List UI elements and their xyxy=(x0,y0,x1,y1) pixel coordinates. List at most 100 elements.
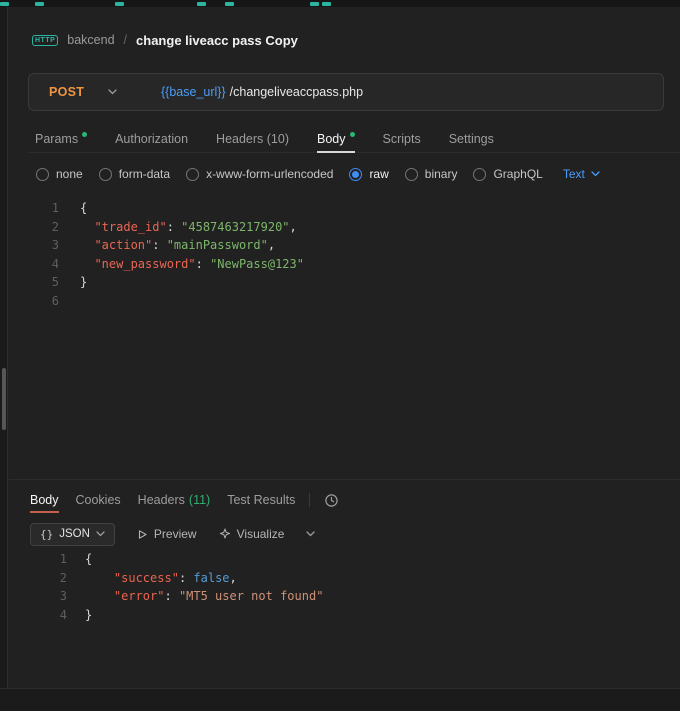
raw-language-chevron-icon xyxy=(591,171,600,177)
body-type-options: none form-data x-www-form-urlencoded raw bin… xyxy=(36,161,680,187)
scrollbar-thumb[interactable] xyxy=(2,368,6,430)
breadcrumb-separator: / xyxy=(124,33,127,47)
response-tab-headers[interactable]: Headers (11) xyxy=(138,487,211,513)
line-number: 3 xyxy=(9,238,59,252)
tab-label: Body xyxy=(30,493,59,507)
radio-icon xyxy=(99,168,112,181)
visualize-options-chevron-icon[interactable] xyxy=(306,531,315,537)
code-line: 3 "action": "mainPassword", xyxy=(9,236,678,255)
response-tab-test-results[interactable]: Test Results xyxy=(227,487,295,513)
response-format-label: JSON xyxy=(59,528,90,540)
line-number: 4 xyxy=(9,257,59,271)
request-tab-headers-10[interactable]: Headers (10) xyxy=(216,126,289,152)
json-braces-icon: {} xyxy=(40,528,53,541)
response-toolbar: {} JSON Preview Visualize xyxy=(30,522,315,546)
line-number: 4 xyxy=(9,608,67,622)
radio-selected-icon xyxy=(349,168,362,181)
open-tab-marker xyxy=(115,2,124,6)
code-line: 2 "success": false, xyxy=(9,569,678,588)
code-text: } xyxy=(85,608,92,622)
code-line: 3 "error": "MT5 user not found" xyxy=(9,587,678,606)
radio-icon xyxy=(186,168,199,181)
response-body-viewer[interactable]: 1{2 "success": false,3 "error": "MT5 use… xyxy=(9,550,678,624)
radio-icon xyxy=(473,168,486,181)
body-type-form-data[interactable]: form-data xyxy=(99,167,170,181)
code-line: 4} xyxy=(9,606,678,625)
green-status-dot xyxy=(350,132,355,137)
open-tab-marker xyxy=(35,2,44,6)
radio-label: raw xyxy=(369,167,388,181)
raw-language-selector[interactable]: Text xyxy=(563,167,600,181)
breadcrumb-collection[interactable]: bakcend xyxy=(67,33,114,47)
bottom-status-bar xyxy=(0,688,680,711)
raw-language-label: Text xyxy=(563,167,585,181)
radio-icon xyxy=(36,168,49,181)
body-type-none[interactable]: none xyxy=(36,167,83,181)
http-request-icon: HTTP xyxy=(32,35,58,46)
code-line: 2 "trade_id": "4587463217920", xyxy=(9,218,678,237)
response-tab-body[interactable]: Body xyxy=(30,487,59,513)
tab-label: Test Results xyxy=(227,493,295,507)
history-clock-icon xyxy=(324,493,339,508)
request-tab-authorization[interactable]: Authorization xyxy=(115,126,188,152)
tabs-separator xyxy=(309,493,310,507)
request-tab-settings[interactable]: Settings xyxy=(449,126,494,152)
preview-play-icon xyxy=(137,529,148,540)
tab-label: Params xyxy=(35,132,78,146)
radio-label: GraphQL xyxy=(493,167,542,181)
visualize-label: Visualize xyxy=(237,527,285,541)
tab-label: Cookies xyxy=(76,493,121,507)
response-tabs: Body Cookies Headers (11) Test Results xyxy=(30,487,339,513)
method-selector[interactable]: POST xyxy=(29,85,129,99)
left-scrollbar-rail xyxy=(0,7,8,688)
format-chevron-icon xyxy=(96,531,105,537)
tab-label: Authorization xyxy=(115,132,188,146)
code-text: "action": "mainPassword", xyxy=(80,238,275,252)
code-text: "new_password": "NewPass@123" xyxy=(80,257,304,271)
line-number: 5 xyxy=(9,275,59,289)
body-type-x-www-form-urlencoded[interactable]: x-www-form-urlencoded xyxy=(186,167,333,181)
window-tab-strip xyxy=(0,0,680,7)
request-body-editor[interactable]: 1{2 "trade_id": "4587463217920",3 "actio… xyxy=(9,199,678,310)
response-tabs-list: Body Cookies Headers (11) Test Results xyxy=(30,487,295,513)
body-type-graphql[interactable]: GraphQL xyxy=(473,167,542,181)
line-number: 3 xyxy=(9,589,67,603)
response-format-selector[interactable]: {} JSON xyxy=(30,523,115,546)
response-tab-cookies[interactable]: Cookies xyxy=(76,487,121,513)
radio-label: binary xyxy=(425,167,458,181)
headers-count: (11) xyxy=(189,493,210,507)
visualize-icon xyxy=(219,528,231,540)
radio-label: none xyxy=(56,167,83,181)
code-line: 1{ xyxy=(9,199,678,218)
tab-label: Body xyxy=(317,132,346,146)
open-tab-marker xyxy=(322,2,331,6)
open-tab-marker xyxy=(310,2,319,6)
request-tab-body[interactable]: Body xyxy=(317,126,355,152)
tab-label: Settings xyxy=(449,132,494,146)
code-text: "success": false, xyxy=(85,571,237,585)
request-tab-scripts[interactable]: Scripts xyxy=(383,126,421,152)
url-input[interactable]: {{base_url}} /changeliveaccpass.php xyxy=(129,85,663,99)
request-tab-params[interactable]: Params xyxy=(35,126,87,152)
open-tab-marker xyxy=(0,2,9,6)
postman-app: HTTP bakcend / change liveacc pass Copy … xyxy=(0,0,680,711)
breadcrumb-request-name[interactable]: change liveacc pass Copy xyxy=(136,33,298,48)
visualize-button[interactable]: Visualize xyxy=(219,527,285,541)
response-history-button[interactable] xyxy=(324,493,339,508)
open-tab-marker xyxy=(225,2,234,6)
preview-button[interactable]: Preview xyxy=(137,527,197,541)
preview-label: Preview xyxy=(154,527,197,541)
tab-label: Headers xyxy=(138,493,185,507)
body-type-binary[interactable]: binary xyxy=(405,167,458,181)
tab-label: Scripts xyxy=(383,132,421,146)
response-section-divider xyxy=(9,479,680,480)
code-line: 5} xyxy=(9,273,678,292)
body-type-raw[interactable]: raw xyxy=(349,167,388,181)
request-url-bar: POST {{base_url}} /changeliveaccpass.php xyxy=(28,73,664,111)
radio-label: form-data xyxy=(119,167,170,181)
url-path: /changeliveaccpass.php xyxy=(230,85,363,99)
radio-label: x-www-form-urlencoded xyxy=(206,167,333,181)
green-status-dot xyxy=(82,132,87,137)
line-number: 6 xyxy=(9,294,59,308)
code-text: "error": "MT5 user not found" xyxy=(85,589,323,603)
